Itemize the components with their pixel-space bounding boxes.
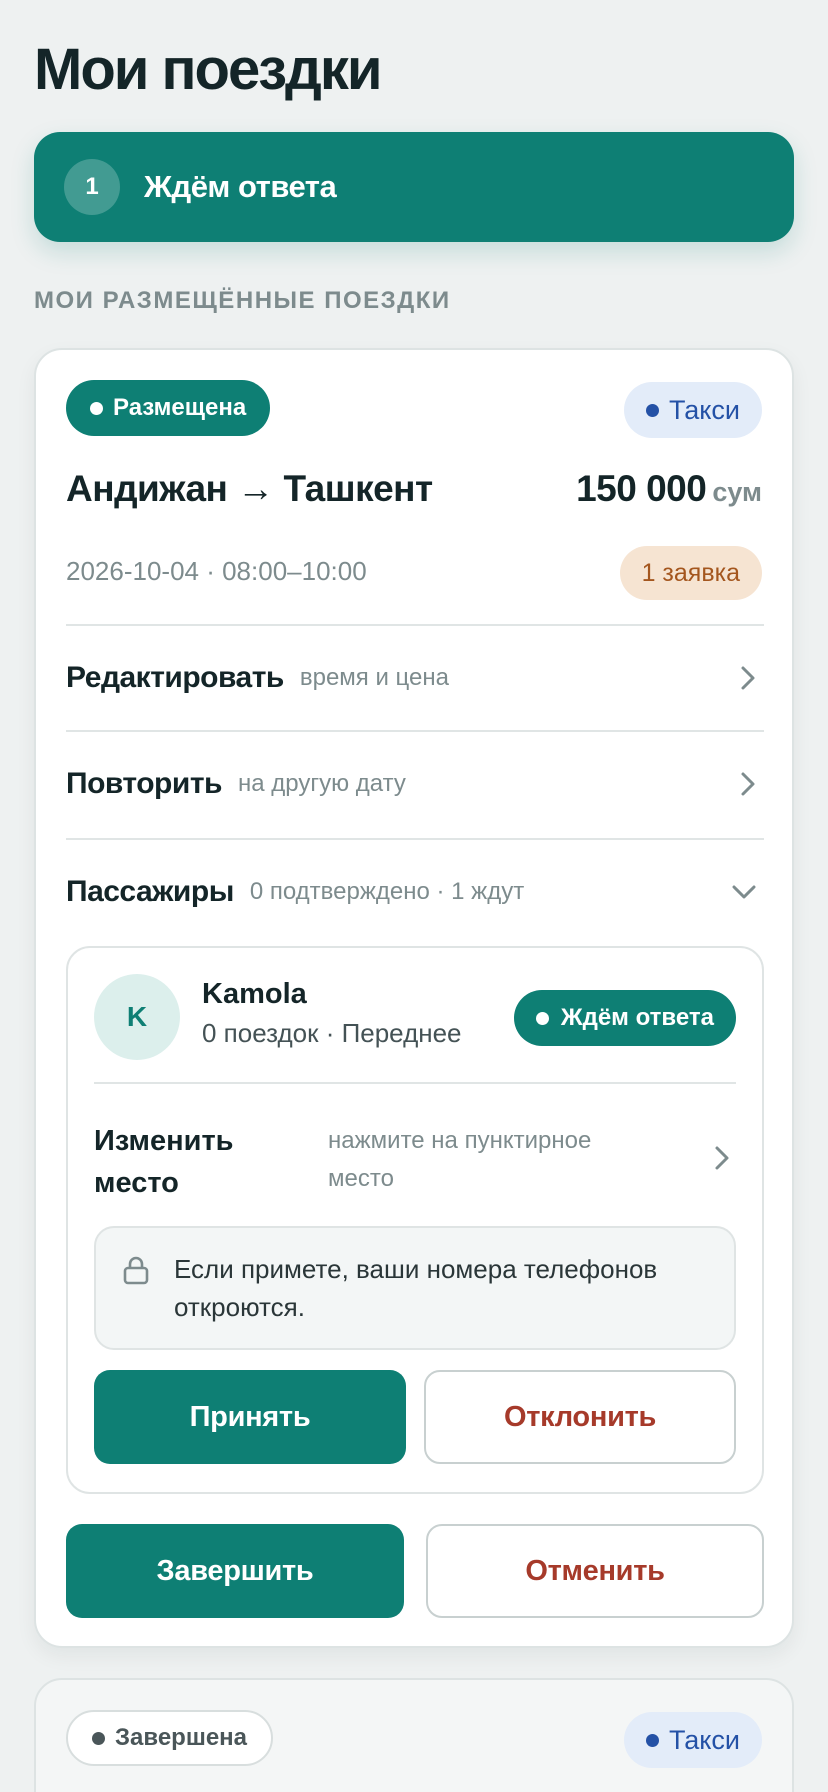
trip-type-badge: Такси [624, 1712, 762, 1768]
repeat-trip-subtitle: на другую дату [237, 770, 406, 797]
phone-notice-text: Если примете, ваши номера телефонов откр… [174, 1254, 658, 1322]
change-seat-row[interactable]: Изменить место нажмите на пунктирное мес… [94, 1082, 736, 1226]
waiting-banner-label: Ждём ответа [144, 169, 337, 204]
dot-icon [646, 1733, 659, 1747]
section-label: МОИ РАЗМЕЩЁННЫЕ ПОЕЗДКИ [34, 287, 451, 314]
waiting-count-badge: 1 [64, 159, 120, 215]
change-seat-title: Изменить место [94, 1125, 234, 1199]
chevron-right-icon [715, 1146, 729, 1170]
passenger-name: Kamola [202, 978, 307, 1010]
dot-icon [646, 403, 659, 417]
passenger-status-label: Ждём ответа [560, 1004, 714, 1031]
price-amount: 150 000 [576, 468, 707, 509]
edit-trip-subtitle: время и цена [299, 664, 449, 691]
chevron-down-icon [732, 885, 756, 899]
passenger-card: K Kamola 0 поездок · Переднее Ждём ответ… [66, 946, 764, 1494]
chevron-right-icon [741, 666, 755, 690]
trip-status-label: Размещена [113, 394, 247, 421]
repeat-trip-title: Повторить [66, 767, 222, 800]
change-seat-hint: нажмите на пунктирное место [328, 1127, 592, 1192]
trip-status-badge: Завершена [66, 1710, 274, 1766]
trip-price: 150 000 сум [576, 468, 762, 510]
chevron-right-icon [741, 772, 755, 796]
avatar: K [94, 974, 180, 1060]
cancel-trip-button[interactable]: Отменить [426, 1524, 764, 1618]
trip-status-label: Завершена [115, 1724, 248, 1751]
trip-card: Завершена Такси [34, 1678, 794, 1792]
dot-icon [90, 401, 103, 415]
accept-button[interactable]: Принять [94, 1370, 406, 1464]
trip-type-label: Такси [669, 394, 740, 425]
decline-button[interactable]: Отклонить [424, 1370, 736, 1464]
lock-icon [123, 1256, 149, 1285]
waiting-banner[interactable]: 1 Ждём ответа [34, 132, 794, 242]
repeat-trip-row[interactable]: Повторить на другую дату [66, 730, 764, 836]
passenger-meta: 0 поездок · Переднее [202, 1018, 462, 1048]
trip-type-label: Такси [669, 1724, 740, 1755]
dot-icon [535, 1011, 549, 1025]
edit-trip-title: Редактировать [66, 661, 284, 694]
passengers-subtitle: 0 подтверждено · 1 ждут [249, 878, 525, 905]
phone-notice: Если примете, ваши номера телефонов откр… [94, 1226, 736, 1350]
page-title: Мои поездки [34, 37, 383, 102]
dot-icon [92, 1731, 105, 1745]
passengers-row[interactable]: Пассажиры 0 подтверждено · 1 ждут [66, 838, 764, 944]
requests-badge[interactable]: 1 заявка [619, 546, 762, 600]
passengers-title: Пассажиры [66, 875, 234, 908]
trip-type-badge: Такси [624, 382, 762, 438]
trip-route: Андижан → Ташкент [66, 468, 433, 509]
price-currency: сум [712, 477, 762, 507]
trip-status-badge: Размещена [66, 380, 271, 436]
trip-card: Размещена Такси Андижан → Ташкент 150 00… [34, 348, 794, 1648]
edit-trip-row[interactable]: Редактировать время и цена [66, 624, 764, 730]
passenger-status-badge: Ждём ответа [513, 990, 736, 1046]
finish-trip-button[interactable]: Завершить [66, 1524, 404, 1618]
trip-datetime: 2026-10-04 · 08:00–10:00 [66, 556, 367, 586]
